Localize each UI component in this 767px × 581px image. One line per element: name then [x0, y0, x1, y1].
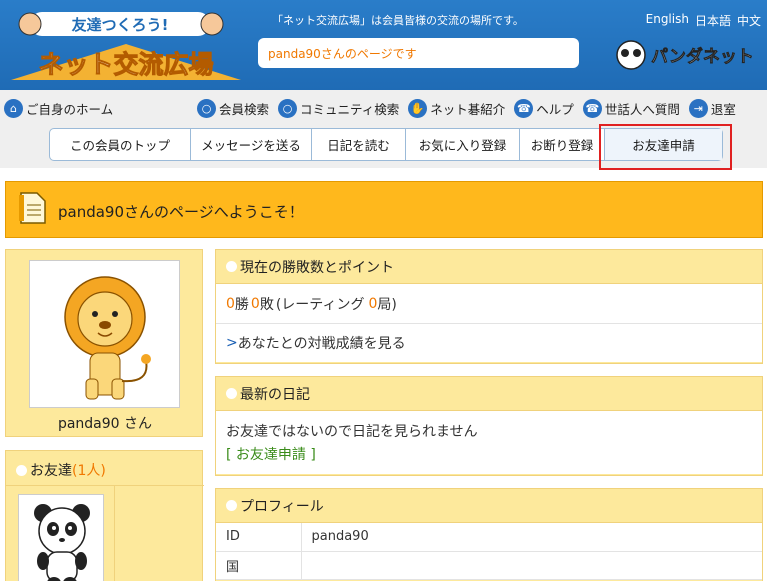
profile-info-title: プロフィール	[216, 489, 762, 523]
tab-read-diary[interactable]: 日記を読む	[312, 129, 406, 160]
friend-request-link[interactable]: [ お友達申請 ]	[216, 444, 762, 464]
nav-community-search[interactable]: ○ コミュニティ検索	[278, 98, 399, 118]
table-row: 国	[216, 551, 762, 580]
profile-table: ID panda90 国	[216, 523, 762, 580]
nav-member-search[interactable]: ○ 会員検索	[197, 98, 269, 118]
site-tagline: 「ネット交流広場」は会員皆様の交流の場所です。	[272, 14, 524, 27]
profile-key: ID	[216, 523, 302, 552]
lang-english[interactable]: English	[646, 12, 689, 29]
nav-ask-organizer[interactable]: ☎ 世話人へ質問	[582, 98, 680, 118]
record-panel: 現在の勝敗数とポイント 0勝 0敗 (レーティング 0 局) > あなたとの対戦成…	[215, 249, 763, 364]
rating-games-value: 0	[368, 295, 378, 312]
friend-avatar[interactable]	[18, 494, 104, 581]
friends-title: お友達 (1人)	[16, 460, 106, 480]
bullet-icon	[226, 261, 237, 272]
profile-value	[301, 551, 762, 580]
tab-send-message[interactable]: メッセージを送る	[191, 129, 312, 160]
page: 友達つくろう! ネット交流広場 「ネット交流広場」は会員皆様の交流の場所です。 …	[0, 0, 767, 581]
profile-info-panel: プロフィール ID panda90 国	[215, 488, 763, 581]
language-switcher: English 日本語 中文	[646, 12, 761, 29]
diary-notice: お友達ではないので日記を見られません	[226, 424, 478, 440]
tab-add-favorite[interactable]: お気に入り登録	[406, 129, 520, 160]
walking-person-icon: ⇥	[688, 98, 708, 118]
nav-netgo-intro[interactable]: ✋ ネット碁紹介	[408, 98, 505, 118]
win-loss-row: 0勝 0敗 (レーティング 0 局)	[216, 284, 762, 324]
svg-text:友達つくろう!: 友達つくろう!	[72, 16, 169, 34]
site-header: 友達つくろう! ネット交流広場 「ネット交流広場」は会員皆様の交流の場所です。 …	[0, 0, 767, 90]
search-icon: ○	[197, 98, 216, 118]
diary-title: 最新の日記	[216, 377, 762, 411]
table-row: ID panda90	[216, 523, 762, 552]
losses-value: 0	[250, 295, 260, 312]
site-logo[interactable]: 友達つくろう! ネット交流広場	[6, 6, 246, 86]
bullet-icon	[226, 500, 237, 511]
record-title: 現在の勝敗数とポイント	[216, 250, 762, 284]
friends-card: お友達 (1人)	[5, 450, 204, 581]
diary-panel: 最新の日記 お友達ではないので日記を見られません [ お友達申請 ]	[215, 376, 763, 476]
tab-block-member[interactable]: お断り登録	[520, 129, 605, 160]
avatar[interactable]	[29, 260, 180, 408]
head-to-head-link[interactable]: > あなたとの対戦成績を見る	[216, 324, 762, 362]
page-owner-banner: panda90さんのページです	[258, 38, 579, 68]
tab-member-top[interactable]: この会員のトップ	[50, 129, 191, 160]
bullet-icon	[226, 388, 237, 399]
document-icon	[19, 192, 46, 224]
svg-text:パンダネット: パンダネット	[651, 46, 754, 67]
wins-value: 0	[226, 295, 235, 312]
svg-text:ネット交流広場: ネット交流広場	[38, 50, 213, 79]
phone-icon: ☎	[582, 98, 602, 118]
bullet-icon	[16, 464, 27, 476]
lion-avatar-image	[64, 276, 151, 400]
profile-card: panda90 さん	[5, 249, 203, 437]
phone-icon: ☎	[514, 98, 534, 118]
welcome-banner: panda90さんのページへようこそ！	[5, 181, 763, 238]
lang-chinese[interactable]: 中文	[737, 12, 761, 29]
nav-logout[interactable]: ⇥ 退室	[688, 98, 736, 118]
nav-help[interactable]: ☎ ヘルプ	[514, 98, 574, 118]
panda-avatar-image	[34, 504, 90, 581]
home-icon: ⌂	[4, 98, 23, 118]
pandanet-logo[interactable]: パンダネット	[611, 38, 761, 72]
lang-japanese[interactable]: 日本語	[695, 12, 731, 29]
profile-key: 国	[216, 551, 302, 580]
highlight-box	[599, 124, 732, 170]
welcome-message: panda90さんのページへようこそ！	[58, 203, 304, 221]
search-icon: ○	[278, 98, 298, 118]
profile-name: panda90 さん	[57, 416, 153, 432]
friends-count: (1人)	[72, 463, 106, 479]
hand-icon: ✋	[408, 98, 428, 118]
nav-home[interactable]: ⌂ ご自身のホーム	[4, 98, 113, 118]
profile-value: panda90	[301, 523, 762, 552]
